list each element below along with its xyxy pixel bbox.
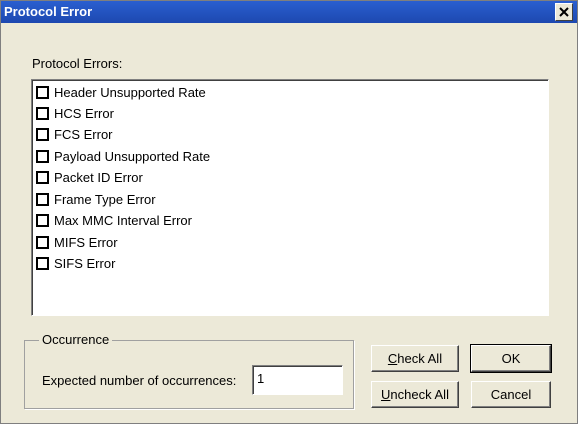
ok-button[interactable]: OK (470, 344, 552, 373)
list-item-fcs-error[interactable]: FCS Error (36, 124, 113, 144)
uncheck-all-label: ncheck All (390, 387, 449, 402)
list-item-label: MIFS Error (54, 234, 118, 250)
list-item-sifs-error[interactable]: SIFS Error (36, 253, 115, 273)
checkbox[interactable] (36, 235, 49, 249)
list-item-max-mmc-interval-error[interactable]: Max MMC Interval Error (36, 210, 192, 230)
occurrence-legend: Occurrence (39, 332, 113, 347)
checkbox[interactable] (36, 256, 49, 270)
cancel-button[interactable]: Cancel (471, 381, 551, 408)
uncheck-all-mnemonic: U (381, 387, 391, 402)
checkbox[interactable] (36, 192, 49, 206)
checkbox[interactable] (36, 213, 49, 227)
title-bar[interactable]: Protocol Error (1, 1, 577, 23)
list-item-hcs-error[interactable]: HCS Error (36, 103, 114, 123)
checkbox[interactable] (36, 170, 49, 184)
cancel-label: Cancel (490, 387, 532, 402)
occurrences-input[interactable]: 1 (252, 365, 343, 395)
protocol-errors-label: Protocol Errors: (32, 56, 123, 71)
list-item-mifs-error[interactable]: MIFS Error (36, 232, 118, 252)
checkbox[interactable] (36, 127, 49, 141)
list-item-label: Max MMC Interval Error (54, 212, 192, 228)
list-item-label: Packet ID Error (54, 169, 143, 185)
list-item-payload-unsupported-rate[interactable]: Payload Unsupported Rate (36, 146, 210, 166)
check-all-label: heck All (397, 351, 443, 366)
list-item-label: Payload Unsupported Rate (54, 148, 211, 164)
occurrences-label: Expected number of occurrences: (42, 373, 237, 388)
uncheck-all-button[interactable]: Uncheck All (371, 381, 459, 408)
check-all-button[interactable]: Check All (371, 345, 459, 372)
dialog-title: Protocol Error (4, 4, 93, 19)
check-all-mnemonic: C (387, 351, 398, 366)
list-item-label: Frame Type Error (54, 191, 156, 207)
checkbox[interactable] (36, 149, 49, 163)
list-item-packet-id-error[interactable]: Packet ID Error (36, 167, 143, 187)
list-item-frame-type-error[interactable]: Frame Type Error (36, 189, 156, 209)
ok-label: OK (501, 351, 521, 366)
protocol-error-dialog: Protocol Error Protocol Errors: Header U… (0, 0, 578, 424)
list-item-header-unsupported-rate[interactable]: Header Unsupported Rate (36, 82, 206, 102)
checkbox[interactable] (36, 85, 49, 99)
close-icon (559, 7, 569, 17)
close-button[interactable] (555, 3, 573, 21)
checkbox[interactable] (36, 106, 49, 120)
list-item-label: FCS Error (54, 126, 113, 142)
protocol-errors-list[interactable]: Header Unsupported Rate HCS Error FCS Er… (31, 79, 549, 316)
list-item-label: SIFS Error (54, 255, 116, 271)
list-item-label: Header Unsupported Rate (54, 84, 206, 100)
list-item-label: HCS Error (54, 105, 114, 121)
